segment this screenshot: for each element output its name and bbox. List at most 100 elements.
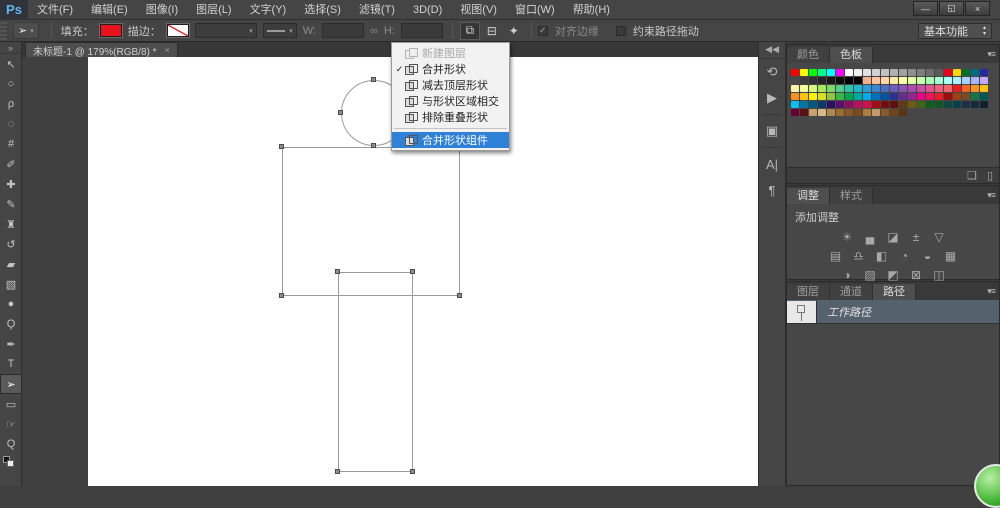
color-swatch[interactable] — [836, 85, 844, 92]
color-swatch[interactable] — [962, 69, 970, 76]
zoom-tool[interactable]: Q — [0, 434, 22, 454]
color-swatch[interactable] — [872, 69, 880, 76]
color-swatch[interactable] — [872, 93, 880, 100]
path-arrangement-button[interactable]: ✦ — [504, 22, 524, 40]
stroke-color-swatch[interactable] — [167, 24, 189, 37]
color-swatch[interactable] — [935, 101, 943, 108]
stroke-width-dropdown[interactable]: ▾ — [195, 23, 257, 38]
type-tool[interactable]: T — [0, 354, 22, 374]
color-swatch[interactable] — [872, 85, 880, 92]
color-swatch[interactable] — [962, 101, 970, 108]
paths-tab-通道[interactable]: 通道 — [830, 284, 873, 300]
color-swatch[interactable] — [809, 77, 817, 84]
rectangle-tool[interactable]: ▭ — [0, 394, 22, 414]
color-swatch[interactable] — [980, 93, 988, 100]
color-swatch[interactable] — [971, 93, 979, 100]
color-swatch[interactable] — [899, 101, 907, 108]
anchor-point[interactable] — [457, 293, 462, 298]
color-swatch[interactable] — [881, 101, 889, 108]
color-swatch[interactable] — [881, 109, 889, 116]
color-swatch[interactable] — [827, 101, 835, 108]
color-swatch[interactable] — [800, 85, 808, 92]
color-swatch[interactable] — [917, 101, 925, 108]
levels-icon[interactable]: ▄ — [861, 228, 880, 245]
color-swatch[interactable] — [962, 77, 970, 84]
color-swatch[interactable] — [899, 77, 907, 84]
color-swatch[interactable] — [926, 77, 934, 84]
menu-文字(Y)[interactable]: 文字(Y) — [241, 0, 296, 20]
color-swatch[interactable] — [872, 109, 880, 116]
color-swatch[interactable] — [854, 101, 862, 108]
healing-brush-tool[interactable]: ✚ — [0, 174, 22, 194]
constrain-path-drag-checkbox[interactable] — [616, 26, 626, 36]
shape-width-input[interactable] — [322, 23, 364, 38]
color-swatch[interactable] — [854, 77, 862, 84]
shape-height-input[interactable] — [401, 23, 443, 38]
color-swatch[interactable] — [926, 101, 934, 108]
color-swatch[interactable] — [827, 109, 835, 116]
path-selection-tool[interactable]: ➢ — [0, 374, 22, 394]
actions-panel-icon[interactable]: ▶ — [759, 85, 785, 111]
color-swatch[interactable] — [935, 93, 943, 100]
color-swatch[interactable] — [809, 93, 817, 100]
color-swatch[interactable] — [863, 85, 871, 92]
adjustments-panel-menu-icon[interactable]: ▾≡ — [987, 190, 995, 201]
color-swatch[interactable] — [962, 93, 970, 100]
paths-tab-路径[interactable]: 路径 — [873, 284, 916, 300]
color-swatch[interactable] — [944, 93, 952, 100]
color-swatch[interactable] — [926, 85, 934, 92]
color-swatch[interactable] — [953, 101, 961, 108]
marquee-tool[interactable]: ○ — [0, 74, 22, 94]
color-swatch[interactable] — [836, 109, 844, 116]
color-swatch[interactable] — [944, 85, 952, 92]
menu-编辑(E)[interactable]: 编辑(E) — [82, 0, 137, 20]
quick-selection-tool[interactable]: ◌ — [0, 114, 22, 134]
color-swatch[interactable] — [863, 93, 871, 100]
color-swatch[interactable] — [854, 85, 862, 92]
color-swatch[interactable] — [908, 69, 916, 76]
color-swatch[interactable] — [917, 69, 925, 76]
menu-选择(S)[interactable]: 选择(S) — [295, 0, 350, 20]
color-swatch[interactable] — [845, 101, 853, 108]
color-swatch[interactable] — [809, 85, 817, 92]
hue-saturation-icon[interactable]: ▤ — [826, 247, 845, 264]
menu-滤镜(T)[interactable]: 滤镜(T) — [350, 0, 404, 20]
swatches-tab-颜色[interactable]: 颜色 — [787, 47, 830, 63]
color-swatch[interactable] — [890, 77, 898, 84]
eyedropper-tool[interactable]: ✐ — [0, 154, 22, 174]
color-swatch[interactable] — [890, 85, 898, 92]
anchor-point[interactable] — [335, 269, 340, 274]
color-swatch[interactable] — [827, 85, 835, 92]
color-swatch[interactable] — [881, 93, 889, 100]
color-swatch[interactable] — [908, 101, 916, 108]
color-swatch[interactable] — [800, 93, 808, 100]
eraser-tool[interactable]: ▰ — [0, 254, 22, 274]
color-swatch[interactable] — [881, 85, 889, 92]
paragraph-panel-icon[interactable]: ¶ — [759, 177, 785, 203]
color-swatch[interactable] — [827, 69, 835, 76]
channel-mixer-icon[interactable]: ◒ — [918, 247, 937, 264]
black-white-icon[interactable]: ◧ — [872, 247, 891, 264]
anchor-point[interactable] — [371, 77, 376, 82]
color-swatch[interactable] — [791, 101, 799, 108]
anchor-point[interactable] — [335, 469, 340, 474]
color-swatch[interactable] — [872, 101, 880, 108]
color-swatch[interactable] — [899, 85, 907, 92]
menu-item-unite-shapes[interactable]: ✓合并形状 — [392, 61, 509, 77]
restore-button[interactable]: ◱ — [939, 1, 964, 16]
photo-filter-icon[interactable]: ◔ — [895, 247, 914, 264]
color-swatch[interactable] — [953, 77, 961, 84]
anchor-point[interactable] — [410, 469, 415, 474]
color-swatch[interactable] — [926, 69, 934, 76]
color-swatch[interactable] — [917, 93, 925, 100]
color-swatch[interactable] — [809, 69, 817, 76]
menu-item-new-layer[interactable]: 新建图层 — [392, 45, 509, 61]
color-swatch[interactable] — [827, 93, 835, 100]
color-swatch[interactable] — [881, 69, 889, 76]
combine-shapes-button[interactable]: ⧉ — [460, 22, 480, 40]
color-swatch[interactable] — [971, 77, 979, 84]
color-swatch[interactable] — [908, 93, 916, 100]
collapse-tools-icon[interactable]: » — [0, 42, 21, 54]
color-swatch[interactable] — [818, 109, 826, 116]
color-swatch[interactable] — [854, 93, 862, 100]
